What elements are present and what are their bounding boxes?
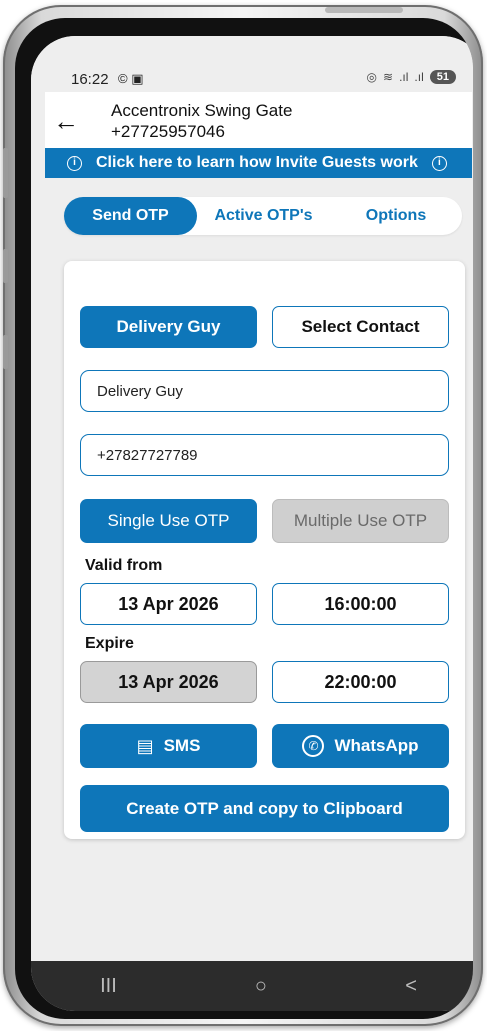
info-icon-right: i xyxy=(431,155,447,171)
volume-down-button xyxy=(3,249,8,283)
whatsapp-icon: ✆ xyxy=(302,735,325,757)
status-time: 16:22 xyxy=(71,71,109,88)
multiple-use-otp-button[interactable]: Multiple Use OTP xyxy=(272,499,449,543)
gate-name: Accentronix Swing Gate xyxy=(111,101,293,120)
whatsapp-label: WhatsApp xyxy=(334,736,419,755)
hotspot-icon: ◎ xyxy=(366,70,377,84)
back-nav-icon[interactable]: < xyxy=(405,975,417,998)
battery-icon: 51 xyxy=(429,70,456,84)
tab-bar: Send OTP Active OTP's Options xyxy=(64,197,462,235)
expire-label: Expire xyxy=(85,635,134,652)
select-contact-button[interactable]: Select Contact xyxy=(272,306,449,348)
tab-send-otp[interactable]: Send OTP xyxy=(64,197,197,235)
sms-icon: ▤ xyxy=(136,735,154,756)
status-bar: 16:22 © ▣ ◎ ≋ .ıl .ıl 51 xyxy=(31,36,473,92)
tab-options[interactable]: Options xyxy=(330,197,462,235)
banner-text: Click here to learn how Invite Guests wo… xyxy=(96,154,418,171)
notification-icons: © ▣ xyxy=(118,71,144,86)
invite-guests-help-banner[interactable]: i Click here to learn how Invite Guests … xyxy=(45,148,472,178)
home-icon[interactable]: ○ xyxy=(255,975,267,998)
valid-from-date[interactable]: 13 Apr 2026 xyxy=(80,583,257,625)
volume-up-button xyxy=(3,148,8,198)
delivery-guy-button[interactable]: Delivery Guy xyxy=(80,306,257,348)
status-right: ◎ ≋ .ıl .ıl 51 xyxy=(367,70,456,84)
tab-active-otps[interactable]: Active OTP's xyxy=(197,197,330,235)
screen: 16:22 © ▣ ◎ ≋ .ıl .ıl 51 ← Accentronix S… xyxy=(31,36,473,1011)
expire-time[interactable]: 22:00:00 xyxy=(272,661,449,703)
wifi-icon: ≋ xyxy=(383,70,394,84)
send-otp-card: Delivery Guy Select Contact Delivery Guy… xyxy=(64,261,465,839)
power-button xyxy=(325,7,403,13)
expire-date[interactable]: 13 Apr 2026 xyxy=(80,661,257,703)
valid-from-time[interactable]: 16:00:00 xyxy=(272,583,449,625)
valid-from-label: Valid from xyxy=(85,557,163,574)
whatsapp-button[interactable]: ✆ WhatsApp xyxy=(272,724,449,768)
recents-icon[interactable]: III xyxy=(100,975,117,998)
signal-icon: .ıl xyxy=(399,70,409,84)
side-key xyxy=(3,335,8,369)
create-otp-button[interactable]: Create OTP and copy to Clipboard xyxy=(80,785,449,832)
header-title: Accentronix Swing Gate +27725957046 xyxy=(111,100,292,142)
info-icon: i xyxy=(67,155,82,171)
single-use-otp-button[interactable]: Single Use OTP xyxy=(80,499,257,543)
guest-name-input[interactable]: Delivery Guy xyxy=(80,370,449,412)
sms-label: SMS xyxy=(163,736,201,755)
system-nav-bar: III ○ < xyxy=(31,961,473,1011)
signal-icon-2: .ıl xyxy=(414,70,424,84)
back-arrow-icon[interactable]: ← xyxy=(53,106,79,137)
phone-frame: 16:22 © ▣ ◎ ≋ .ıl .ıl 51 ← Accentronix S… xyxy=(3,5,483,1026)
guest-phone-input[interactable]: +27827727789 xyxy=(80,434,449,476)
phone-bezel: 16:22 © ▣ ◎ ≋ .ıl .ıl 51 ← Accentronix S… xyxy=(15,18,473,1019)
gate-phone: +27725957046 xyxy=(111,122,225,141)
sms-button[interactable]: ▤ SMS xyxy=(80,724,257,768)
